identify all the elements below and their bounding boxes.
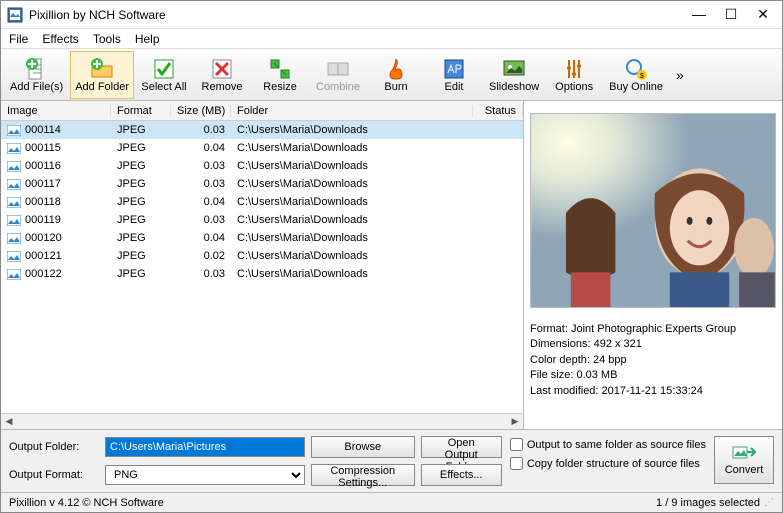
image-file-icon bbox=[7, 215, 21, 226]
toolbar-edit[interactable]: Edit bbox=[426, 51, 482, 99]
image-file-icon bbox=[7, 125, 21, 136]
table-row[interactable]: 000118JPEG0.04C:\Users\Maria\Downloads bbox=[1, 193, 523, 211]
file-list-pane: Image Format Size (MB) Folder Status 000… bbox=[1, 101, 524, 429]
toolbar-burn[interactable]: Burn bbox=[368, 51, 424, 99]
compression-settings-button[interactable]: Compression Settings... bbox=[311, 464, 415, 486]
slideshow-icon bbox=[502, 57, 526, 81]
image-file-icon bbox=[7, 143, 21, 154]
table-row[interactable]: 000119JPEG0.03C:\Users\Maria\Downloads bbox=[1, 211, 523, 229]
menu-effects[interactable]: Effects bbox=[42, 32, 78, 46]
add-folder-icon bbox=[90, 57, 114, 81]
status-right: 1 / 9 images selected bbox=[656, 497, 760, 509]
table-row[interactable]: 000117JPEG0.03C:\Users\Maria\Downloads bbox=[1, 175, 523, 193]
table-row[interactable]: 000114JPEG0.03C:\Users\Maria\Downloads bbox=[1, 121, 523, 139]
table-row[interactable]: 000121JPEG0.02C:\Users\Maria\Downloads bbox=[1, 247, 523, 265]
col-format[interactable]: Format bbox=[111, 105, 171, 117]
image-file-icon bbox=[7, 233, 21, 244]
preview-image bbox=[530, 113, 776, 308]
col-image[interactable]: Image bbox=[1, 105, 111, 117]
scroll-left-icon[interactable]: ◀ bbox=[1, 416, 17, 427]
toolbar-add-file[interactable]: Add File(s) bbox=[5, 51, 68, 99]
menubar: File Effects Tools Help bbox=[1, 29, 782, 49]
statusbar: Pixillion v 4.12 © NCH Software 1 / 9 im… bbox=[1, 492, 782, 512]
toolbar-select-all[interactable]: Select All bbox=[136, 51, 192, 99]
add-file-icon bbox=[25, 57, 49, 81]
table-row[interactable]: 000120JPEG0.04C:\Users\Maria\Downloads bbox=[1, 229, 523, 247]
maximize-button[interactable]: ☐ bbox=[724, 6, 738, 23]
convert-button[interactable]: Convert bbox=[714, 436, 774, 484]
resize-icon bbox=[268, 57, 292, 81]
remove-icon bbox=[210, 57, 234, 81]
effects-button[interactable]: Effects... bbox=[421, 464, 502, 486]
options-icon bbox=[562, 57, 586, 81]
output-folder-label: Output Folder: bbox=[9, 441, 99, 453]
image-file-icon bbox=[7, 251, 21, 262]
titlebar: Pixillion by NCH Software — ☐ ✕ bbox=[1, 1, 782, 29]
toolbar-slideshow[interactable]: Slideshow bbox=[484, 51, 544, 99]
col-folder[interactable]: Folder bbox=[231, 105, 473, 117]
resize-grip[interactable]: ⋰ bbox=[760, 497, 774, 508]
scroll-right-icon[interactable]: ▶ bbox=[507, 416, 523, 427]
menu-help[interactable]: Help bbox=[135, 32, 160, 46]
file-rows: 000114JPEG0.03C:\Users\Maria\Downloads00… bbox=[1, 121, 523, 413]
image-file-icon bbox=[7, 197, 21, 208]
col-status[interactable]: Status bbox=[473, 105, 523, 117]
buy-icon: $ bbox=[624, 57, 648, 81]
select-all-icon bbox=[152, 57, 176, 81]
bottom-panel: Output Folder: Browse Open Output Folder… bbox=[1, 429, 782, 492]
minimize-button[interactable]: — bbox=[692, 6, 706, 23]
burn-icon bbox=[384, 57, 408, 81]
svg-text:$: $ bbox=[640, 73, 644, 80]
app-icon bbox=[7, 7, 23, 23]
toolbar-add-folder[interactable]: Add Folder bbox=[70, 51, 134, 99]
horizontal-scrollbar[interactable]: ◀ ▶ bbox=[1, 413, 523, 429]
toolbar-buy[interactable]: $Buy Online bbox=[604, 51, 668, 99]
convert-icon bbox=[732, 444, 756, 464]
toolbar: Add File(s)Add FolderSelect AllRemoveRes… bbox=[1, 49, 782, 101]
output-format-label: Output Format: bbox=[9, 469, 99, 481]
image-file-icon bbox=[7, 179, 21, 190]
menu-file[interactable]: File bbox=[9, 32, 28, 46]
edit-icon bbox=[442, 57, 466, 81]
toolbar-resize[interactable]: Resize bbox=[252, 51, 308, 99]
combine-icon bbox=[326, 57, 350, 81]
menu-tools[interactable]: Tools bbox=[93, 32, 121, 46]
preview-pane: Format: Joint Photographic Experts Group… bbox=[524, 101, 782, 429]
col-size[interactable]: Size (MB) bbox=[171, 105, 231, 117]
status-left: Pixillion v 4.12 © NCH Software bbox=[9, 497, 656, 509]
column-headers[interactable]: Image Format Size (MB) Folder Status bbox=[1, 101, 523, 121]
table-row[interactable]: 000115JPEG0.04C:\Users\Maria\Downloads bbox=[1, 139, 523, 157]
table-row[interactable]: 000116JPEG0.03C:\Users\Maria\Downloads bbox=[1, 157, 523, 175]
output-same-folder-checkbox[interactable]: Output to same folder as source files bbox=[510, 438, 706, 451]
preview-metadata: Format: Joint Photographic Experts Group… bbox=[530, 322, 776, 399]
close-button[interactable]: ✕ bbox=[756, 6, 770, 23]
toolbar-options[interactable]: Options bbox=[546, 51, 602, 99]
toolbar-remove[interactable]: Remove bbox=[194, 51, 250, 99]
copy-folder-structure-checkbox[interactable]: Copy folder structure of source files bbox=[510, 457, 706, 470]
toolbar-more[interactable]: » bbox=[670, 67, 690, 83]
toolbar-combine: Combine bbox=[310, 51, 366, 99]
image-file-icon bbox=[7, 269, 21, 280]
table-row[interactable]: 000122JPEG0.03C:\Users\Maria\Downloads bbox=[1, 265, 523, 283]
browse-button[interactable]: Browse bbox=[311, 436, 415, 458]
window-title: Pixillion by NCH Software bbox=[29, 8, 692, 22]
output-format-select[interactable]: PNG bbox=[105, 465, 305, 485]
output-folder-input[interactable] bbox=[105, 437, 305, 457]
image-file-icon bbox=[7, 161, 21, 172]
open-output-folder-button[interactable]: Open Output Folder bbox=[421, 436, 502, 458]
